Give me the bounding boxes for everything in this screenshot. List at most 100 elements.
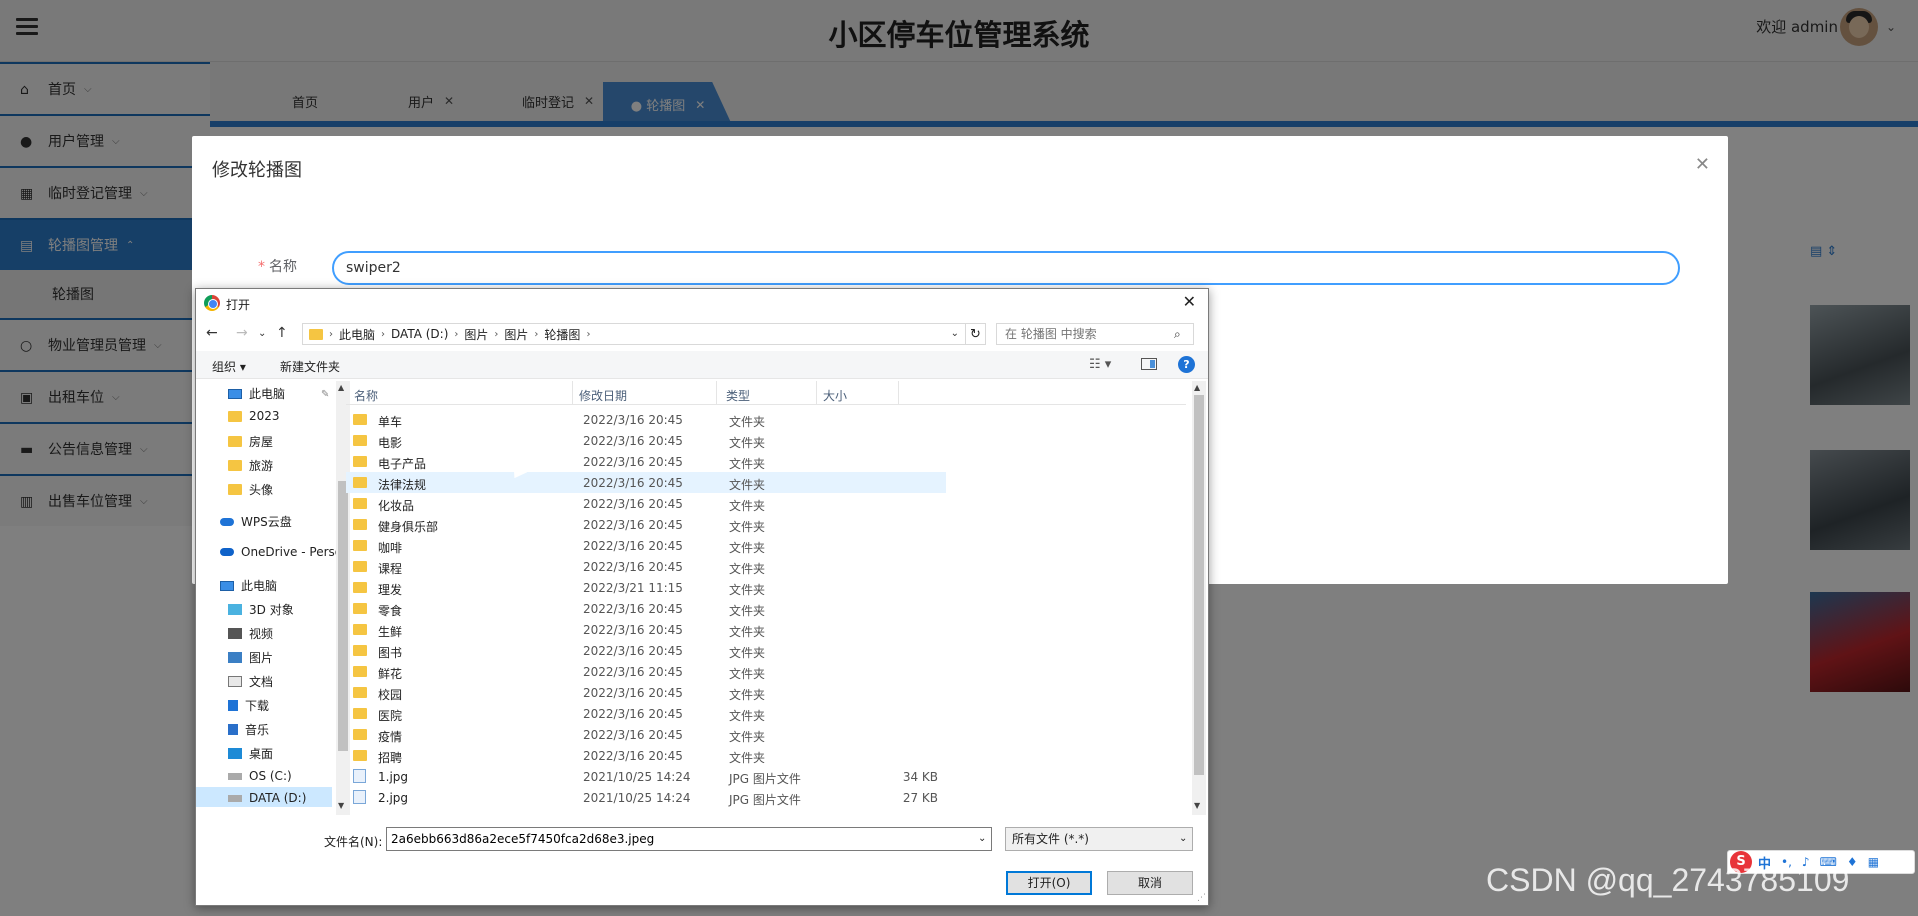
file-row[interactable]: 生鲜 2022/3/16 20:45 文件夹 <box>346 619 946 640</box>
file-row[interactable]: 法律法规 2022/3/16 20:45 文件夹 <box>346 472 946 493</box>
file-date: 2022/3/16 20:45 <box>583 560 683 574</box>
tree-item-folder[interactable]: 房屋 <box>228 433 273 450</box>
chevron-right-icon: › <box>534 328 539 340</box>
search-icon[interactable]: ⌕ <box>1174 327 1181 342</box>
file-row[interactable]: 化妆品 2022/3/16 20:45 文件夹 <box>346 493 946 514</box>
chevron-down-icon[interactable]: ⌄ <box>1179 833 1187 844</box>
tree-item-music[interactable]: 音乐 <box>228 721 269 738</box>
organize-button[interactable]: 组织 ▾ <box>212 358 246 375</box>
toolbox-icon[interactable]: ▦ <box>1868 855 1879 869</box>
file-type: 文件夹 <box>729 541 766 555</box>
tree-item-pictures[interactable]: 图片 <box>228 649 273 666</box>
tree-item-folder[interactable]: 2023 <box>228 409 280 423</box>
up-arrow-icon[interactable]: ↑ <box>276 325 288 341</box>
file-row[interactable]: 零食 2022/3/16 20:45 文件夹 <box>346 598 946 619</box>
file-name: 电子产品 <box>378 457 427 471</box>
3d-objects-icon <box>228 604 242 615</box>
file-name: 1.jpg <box>378 770 409 784</box>
file-row[interactable]: 招聘 2022/3/16 20:45 文件夹 <box>346 745 946 766</box>
preview-pane-icon[interactable] <box>1141 358 1157 370</box>
scroll-down-icon[interactable]: ▼ <box>338 801 344 810</box>
scroll-up-icon[interactable]: ▲ <box>1194 383 1200 392</box>
name-input[interactable] <box>332 251 1680 285</box>
file-row[interactable]: 2.jpg 2021/10/25 14:24 JPG 图片文件 27 KB <box>346 787 946 808</box>
column-divider[interactable] <box>572 381 573 405</box>
tree-item-wps[interactable]: WPS云盘 <box>220 513 292 530</box>
file-row[interactable]: 电影 2022/3/16 20:45 文件夹 <box>346 430 946 451</box>
chevron-right-icon: › <box>329 328 333 340</box>
breadcrumb-item[interactable]: 轮播图 <box>544 326 580 343</box>
file-row[interactable]: 疫情 2022/3/16 20:45 文件夹 <box>346 724 946 745</box>
scroll-down-icon[interactable]: ▼ <box>1194 801 1200 810</box>
column-type[interactable]: 类型 <box>726 387 750 404</box>
tree-item-folder[interactable]: 头像 <box>228 481 273 498</box>
column-divider[interactable] <box>898 381 899 405</box>
navigation-tree: 此电脑 ✎ 2023 房屋 旅游 头像 WPS云盘 OneDrive - Per… <box>196 381 336 815</box>
file-row[interactable]: 单车 2022/3/16 20:45 文件夹 <box>346 409 946 430</box>
tree-item-this-pc[interactable]: 此电脑 <box>220 577 277 594</box>
tree-item-documents[interactable]: 文档 <box>228 673 273 690</box>
folder-icon <box>228 484 242 495</box>
tree-item-data-d[interactable]: DATA (D:) <box>228 791 306 805</box>
documents-icon <box>228 676 242 687</box>
file-name: 健身俱乐部 <box>378 520 439 534</box>
breadcrumb-item[interactable]: 图片 <box>464 326 488 343</box>
tree-item-label: 旅游 <box>249 459 274 473</box>
file-row[interactable]: 鲜花 2022/3/16 20:45 文件夹 <box>346 661 946 682</box>
breadcrumb-item[interactable]: 图片 <box>504 326 528 343</box>
file-date: 2022/3/16 20:45 <box>583 686 683 700</box>
chevron-down-icon[interactable]: ⌄ <box>951 328 959 339</box>
column-name[interactable]: 名称 <box>354 387 378 404</box>
close-icon[interactable]: ✕ <box>1695 154 1710 175</box>
refresh-icon[interactable]: ↻ <box>966 323 986 345</box>
tree-item-quick-pc[interactable]: 此电脑 <box>228 385 285 402</box>
file-row[interactable]: 电子产品 2022/3/16 20:45 文件夹 <box>346 451 946 472</box>
forward-arrow-icon[interactable]: → <box>236 325 248 341</box>
file-row[interactable]: 课程 2022/3/16 20:45 文件夹 <box>346 556 946 577</box>
file-type: 文件夹 <box>729 604 766 618</box>
column-divider[interactable] <box>716 381 717 405</box>
tree-item-folder[interactable]: 旅游 <box>228 457 273 474</box>
chevron-down-icon[interactable]: ⌄ <box>978 833 986 844</box>
back-arrow-icon[interactable]: ← <box>206 325 218 341</box>
cancel-button[interactable]: 取消 <box>1107 871 1193 895</box>
file-row[interactable]: 图书 2022/3/16 20:45 文件夹 <box>346 640 946 661</box>
chevron-right-icon: › <box>454 328 459 340</box>
close-icon[interactable]: ✕ <box>1183 292 1196 311</box>
filename-label: 文件名(N): <box>324 835 383 849</box>
open-button[interactable]: 打开(O) <box>1006 871 1092 895</box>
scrollbar-thumb[interactable] <box>1194 395 1204 775</box>
file-list-scrollbar[interactable]: ▲ ▼ <box>1192 381 1206 815</box>
tree-item-video[interactable]: 视频 <box>228 625 273 642</box>
help-icon[interactable]: ? <box>1178 356 1195 373</box>
file-row[interactable]: 咖啡 2022/3/16 20:45 文件夹 <box>346 535 946 556</box>
file-name: 招聘 <box>378 751 403 765</box>
file-row[interactable]: 校园 2022/3/16 20:45 文件夹 <box>346 682 946 703</box>
tree-item-3d[interactable]: 3D 对象 <box>228 601 294 618</box>
resize-grip-icon[interactable]: ⋰ <box>1197 893 1206 903</box>
column-date[interactable]: 修改日期 <box>579 387 627 404</box>
column-size[interactable]: 大小 <box>823 387 847 404</box>
column-divider[interactable] <box>816 381 817 405</box>
breadcrumb-item[interactable]: 此电脑 <box>339 326 375 343</box>
address-bar[interactable]: › 此电脑 › DATA (D:) › 图片 › 图片 › 轮播图 › ⌄ <box>302 323 966 345</box>
tree-item-os-c[interactable]: OS (C:) <box>228 769 292 783</box>
file-row[interactable]: 医院 2022/3/16 20:45 文件夹 <box>346 703 946 724</box>
pin-icon[interactable]: ✎ <box>321 389 329 400</box>
file-type-select[interactable]: 所有文件 (*.*) <box>1005 827 1193 851</box>
file-date: 2022/3/16 20:45 <box>583 623 683 637</box>
filename-input[interactable] <box>386 827 992 851</box>
scroll-up-icon[interactable]: ▲ <box>338 383 344 392</box>
new-folder-button[interactable]: 新建文件夹 <box>280 358 340 375</box>
tree-item-desktop[interactable]: 桌面 <box>228 745 273 762</box>
recent-dropdown-icon[interactable]: ⌄ <box>258 328 266 339</box>
search-input[interactable] <box>996 323 1194 345</box>
tree-item-downloads[interactable]: 下载 <box>228 697 269 714</box>
file-row[interactable]: 1.jpg 2021/10/25 14:24 JPG 图片文件 34 KB <box>346 766 946 787</box>
tree-item-onedrive[interactable]: OneDrive - Perso <box>220 545 336 559</box>
breadcrumb-item[interactable]: DATA (D:) <box>391 327 448 341</box>
file-row[interactable]: 健身俱乐部 2022/3/16 20:45 文件夹 <box>346 514 946 535</box>
view-options-icon[interactable]: ☷ ▾ <box>1089 357 1111 372</box>
file-date: 2022/3/16 20:45 <box>583 518 683 532</box>
file-row[interactable]: 理发 2022/3/21 11:15 文件夹 <box>346 577 946 598</box>
